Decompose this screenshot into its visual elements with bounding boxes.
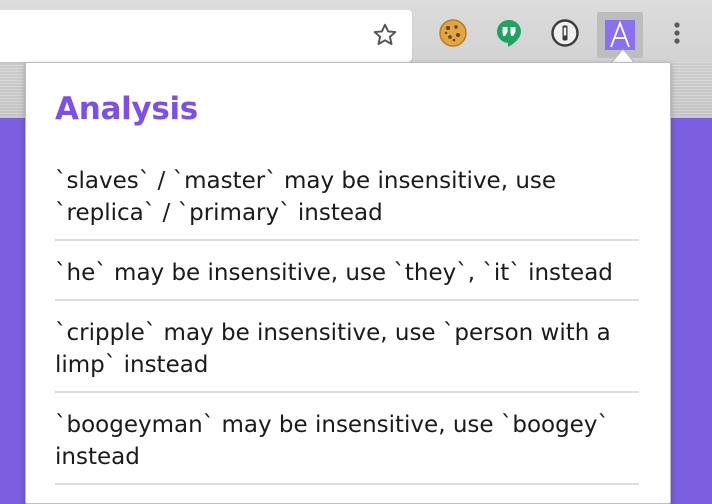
- alex-icon: [605, 20, 635, 50]
- list-item: `slaves` / `master` may be insensitive, …: [55, 161, 639, 241]
- extension-popup: Analysis `slaves` / `master` may be inse…: [25, 62, 671, 504]
- list-item: `boogeyman` may be insensitive, use `boo…: [55, 405, 639, 485]
- more-vert-icon[interactable]: [662, 18, 692, 48]
- list-item: `cripple` may be insensitive, use `perso…: [55, 313, 639, 393]
- 1password-icon[interactable]: [550, 18, 580, 48]
- star-icon[interactable]: [372, 22, 398, 48]
- popup-title: Analysis: [55, 91, 198, 127]
- hangouts-icon[interactable]: [494, 18, 524, 48]
- list-item: `he` may be insensitive, use `they`, `it…: [55, 253, 639, 301]
- cookie-icon[interactable]: [438, 18, 468, 48]
- address-bar[interactable]: [0, 10, 412, 62]
- analysis-list: `slaves` / `master` may be insensitive, …: [55, 161, 639, 485]
